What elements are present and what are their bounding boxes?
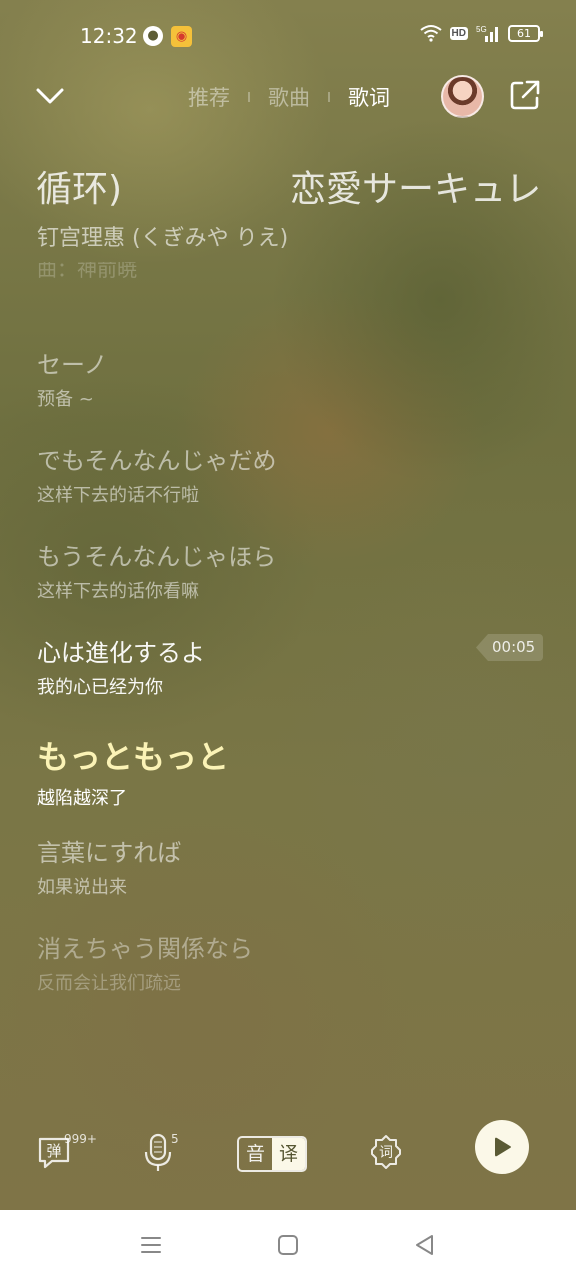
danmaku-label: 弹	[46, 1142, 61, 1160]
chevron-down-icon[interactable]	[30, 80, 70, 112]
tab-divider	[248, 92, 250, 102]
weibo-icon: ◉	[171, 26, 192, 47]
home-icon[interactable]	[275, 1232, 301, 1258]
globe-icon: ●	[143, 26, 163, 46]
lyric-original: 心は進化するよ	[37, 639, 205, 667]
tab-song[interactable]: 歌曲	[268, 82, 310, 112]
play-button[interactable]	[475, 1120, 529, 1174]
lyric-line-highlighted[interactable]: もっともっと 越陷越深了	[37, 732, 537, 836]
hd-badge: HD	[449, 26, 468, 40]
tab-recommend[interactable]: 推荐	[188, 82, 230, 112]
battery-indicator: 61	[508, 24, 543, 42]
lyric-line[interactable]: でもそんなんじゃだめ 这样下去的话不行啦	[37, 444, 537, 540]
avatar[interactable]	[441, 75, 484, 118]
play-icon	[495, 1137, 511, 1157]
status-bar: 12:32 ● ◉ HD 5G 61	[0, 0, 576, 72]
lyrics-list[interactable]: セーノ 预备 ~ でもそんなんじゃだめ 这样下去的话不行啦 もうそんなんじゃほら…	[37, 348, 537, 1028]
lyric-translation: 越陷越深了	[37, 788, 127, 809]
lyric-line[interactable]: セーノ 预备 ~	[37, 348, 537, 444]
system-nav-bar	[0, 1210, 576, 1280]
toggle-translate-option[interactable]: 译	[272, 1138, 305, 1170]
lyric-translation: 我的心已经为你	[37, 677, 163, 698]
status-time: 12:32	[80, 24, 138, 48]
seek-time-marker[interactable]: 00:05	[476, 634, 544, 661]
status-right: HD 5G 61	[419, 24, 543, 42]
sing-count: 5	[171, 1132, 179, 1146]
lyric-original: でもそんなんじゃだめ	[37, 447, 277, 475]
composer-credit: 曲：神前暁	[37, 262, 137, 281]
lyric-original: 消えちゃう関係なら	[37, 935, 253, 963]
svg-text:5G: 5G	[476, 25, 487, 34]
lyric-line-current[interactable]: 心は進化するよ 我的心已经为你	[37, 636, 537, 732]
signal-icon: 5G	[476, 25, 498, 42]
song-title-head: 恋愛サーキュレ	[290, 169, 542, 210]
lyric-translation: 如果说出来	[37, 877, 127, 898]
tab-divider	[328, 92, 330, 102]
lyric-translation: 这样下去的话不行啦	[37, 485, 199, 506]
tab-bar: 推荐 歌曲 歌词	[188, 82, 390, 112]
menu-icon[interactable]	[138, 1232, 164, 1258]
toggle-original-option[interactable]: 音	[239, 1138, 272, 1170]
translation-toggle[interactable]: 音 译	[237, 1136, 307, 1172]
lyric-translation: 这样下去的话你看嘛	[37, 581, 199, 602]
song-title-marquee: 循环) 恋愛サーキュレ	[0, 160, 576, 210]
player-header: 推荐 歌曲 歌词	[0, 72, 576, 122]
lyric-original: 言葉にすれば	[37, 839, 182, 867]
lyric-original: もうそんなんじゃほら	[37, 543, 277, 571]
artist-name[interactable]: 钉宫理惠 (くぎみや りえ)	[37, 220, 288, 252]
lyric-translation: 反而会让我们疏远	[37, 973, 181, 994]
song-title-tail: 循环)	[36, 169, 123, 210]
lyric-line[interactable]: 言葉にすれば 如果说出来	[37, 836, 537, 932]
lyric-line[interactable]: 消えちゃう関係なら 反而会让我们疏远	[37, 932, 537, 1028]
share-icon[interactable]	[508, 78, 542, 112]
back-icon[interactable]	[412, 1232, 438, 1258]
lyric-style-label: 词	[379, 1145, 393, 1161]
danmaku-count: 999+	[64, 1132, 97, 1146]
lyric-translation: 预备 ~	[37, 389, 94, 410]
player-toolbar: 弹 999+ 5 音 译 词	[0, 1120, 576, 1180]
lyric-line[interactable]: もうそんなんじゃほら 这样下去的话你看嘛	[37, 540, 537, 636]
microphone-icon[interactable]	[143, 1132, 173, 1172]
lyric-style-icon[interactable]: 词	[368, 1134, 404, 1170]
tab-lyrics[interactable]: 歌词	[348, 82, 390, 112]
wifi-icon	[419, 25, 442, 42]
lyric-original: もっともっと	[37, 738, 230, 776]
lyric-original: セーノ	[37, 351, 108, 379]
